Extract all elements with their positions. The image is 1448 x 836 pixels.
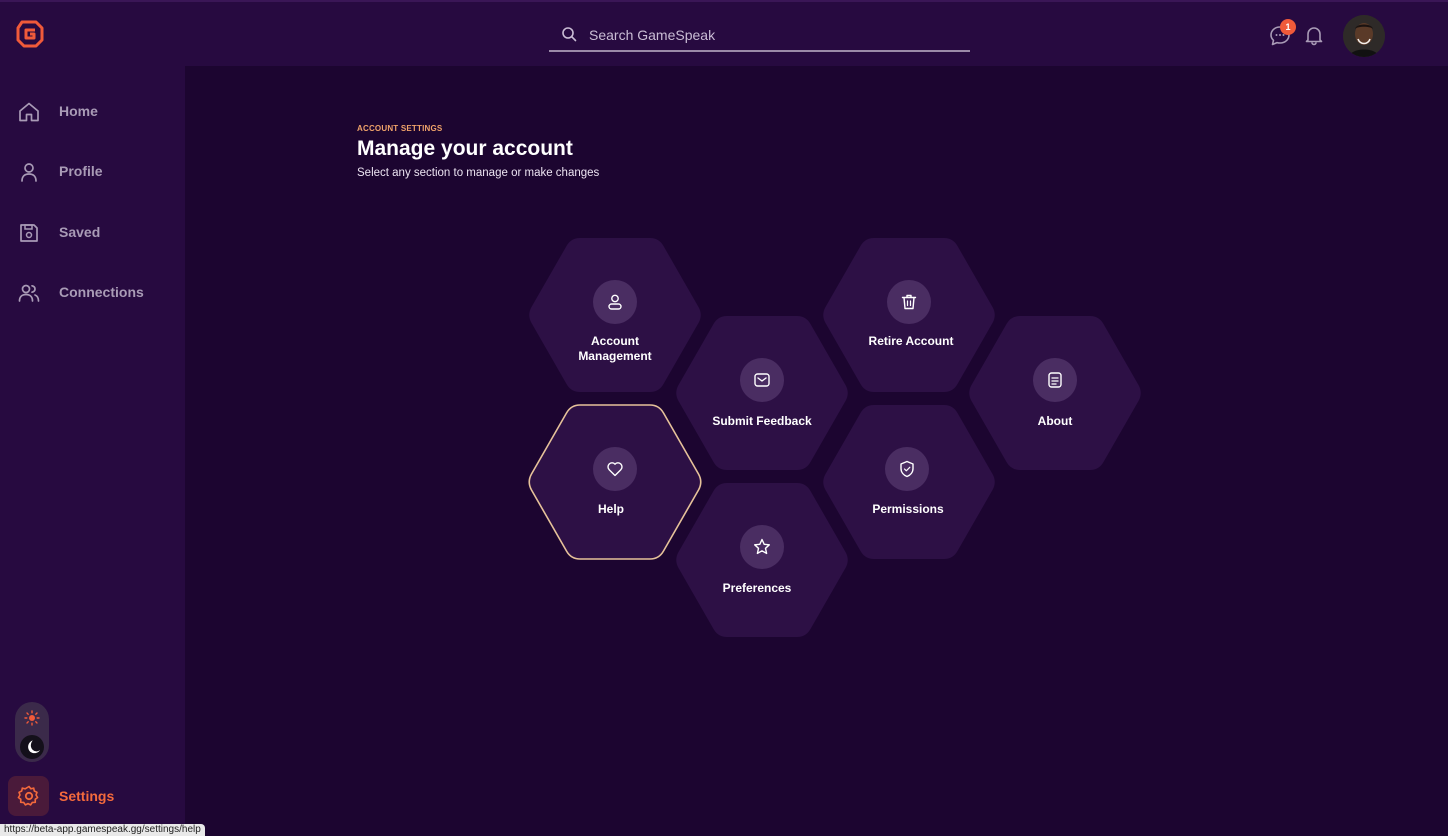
tile-icon-circle <box>593 447 637 491</box>
tile-label: Help <box>597 502 624 516</box>
tile-icon-circle <box>740 525 784 569</box>
settings-label: Settings <box>59 788 115 804</box>
moon-icon <box>28 740 41 754</box>
sidebar-item-label: Profile <box>59 163 103 179</box>
search-bar[interactable] <box>549 18 970 52</box>
page-subtitle: Select any section to manage or make cha… <box>357 167 600 179</box>
sidebar-item-label: Connections <box>59 284 144 300</box>
connections-icon <box>18 284 40 302</box>
status-bar-url: https://beta-app.gamespeak.gg/settings/h… <box>0 824 205 836</box>
document-icon <box>1048 372 1062 388</box>
tile-label: Account Management <box>578 334 652 363</box>
tile-icon-circle <box>1033 358 1077 402</box>
sidebar: Home Profile Saved Connections Settings <box>0 66 185 836</box>
tile-icon-circle <box>887 280 931 324</box>
tile-label: Permissions <box>872 502 944 516</box>
sidebar-item-label: Saved <box>59 224 101 240</box>
mail-icon <box>754 373 770 387</box>
tile-icon-circle <box>740 358 784 402</box>
tile-label: About <box>1037 414 1073 428</box>
avatar[interactable] <box>1343 15 1385 57</box>
chat-badge: 1 <box>1280 19 1296 35</box>
trash-icon <box>901 294 917 310</box>
user-icon <box>608 294 622 310</box>
sun-icon[interactable] <box>24 710 40 726</box>
sidebar-item-home[interactable]: Home <box>0 90 185 134</box>
sidebar-item-profile[interactable]: Profile <box>0 150 185 194</box>
top-bar: 1 <box>0 0 1448 66</box>
settings-icon-box <box>8 776 49 816</box>
tile-label: Submit Feedback <box>712 414 812 428</box>
star-icon <box>754 538 770 555</box>
heart-icon <box>607 462 623 477</box>
search-icon <box>562 27 577 42</box>
bell-icon[interactable] <box>1303 24 1325 46</box>
tile-preferences[interactable]: Preferences <box>673 481 851 639</box>
sidebar-item-settings[interactable]: Settings <box>8 776 178 816</box>
page-title: Manage your account <box>357 137 573 160</box>
shield-icon <box>900 460 914 478</box>
sidebar-item-label: Home <box>59 103 98 119</box>
sidebar-item-connections[interactable]: Connections <box>0 271 185 315</box>
moon-toggle-knob[interactable] <box>20 735 44 759</box>
section-eyebrow: ACCOUNT SETTINGS <box>357 124 443 133</box>
gear-icon <box>17 785 39 806</box>
tile-icon-circle <box>885 447 929 491</box>
page-heading: ACCOUNT SETTINGS Manage your account Sel… <box>357 124 599 179</box>
sidebar-item-saved[interactable]: Saved <box>0 211 185 255</box>
tile-label: Preferences <box>722 581 792 595</box>
theme-toggle[interactable] <box>15 702 49 762</box>
profile-icon <box>21 163 37 182</box>
home-icon <box>19 102 39 122</box>
tile-label: Retire Account <box>868 334 954 348</box>
avatar-image <box>1343 15 1385 57</box>
gamespeak-logo[interactable] <box>16 20 44 48</box>
tile-icon-circle <box>593 280 637 324</box>
search-input[interactable] <box>589 22 959 48</box>
save-icon <box>20 224 38 242</box>
